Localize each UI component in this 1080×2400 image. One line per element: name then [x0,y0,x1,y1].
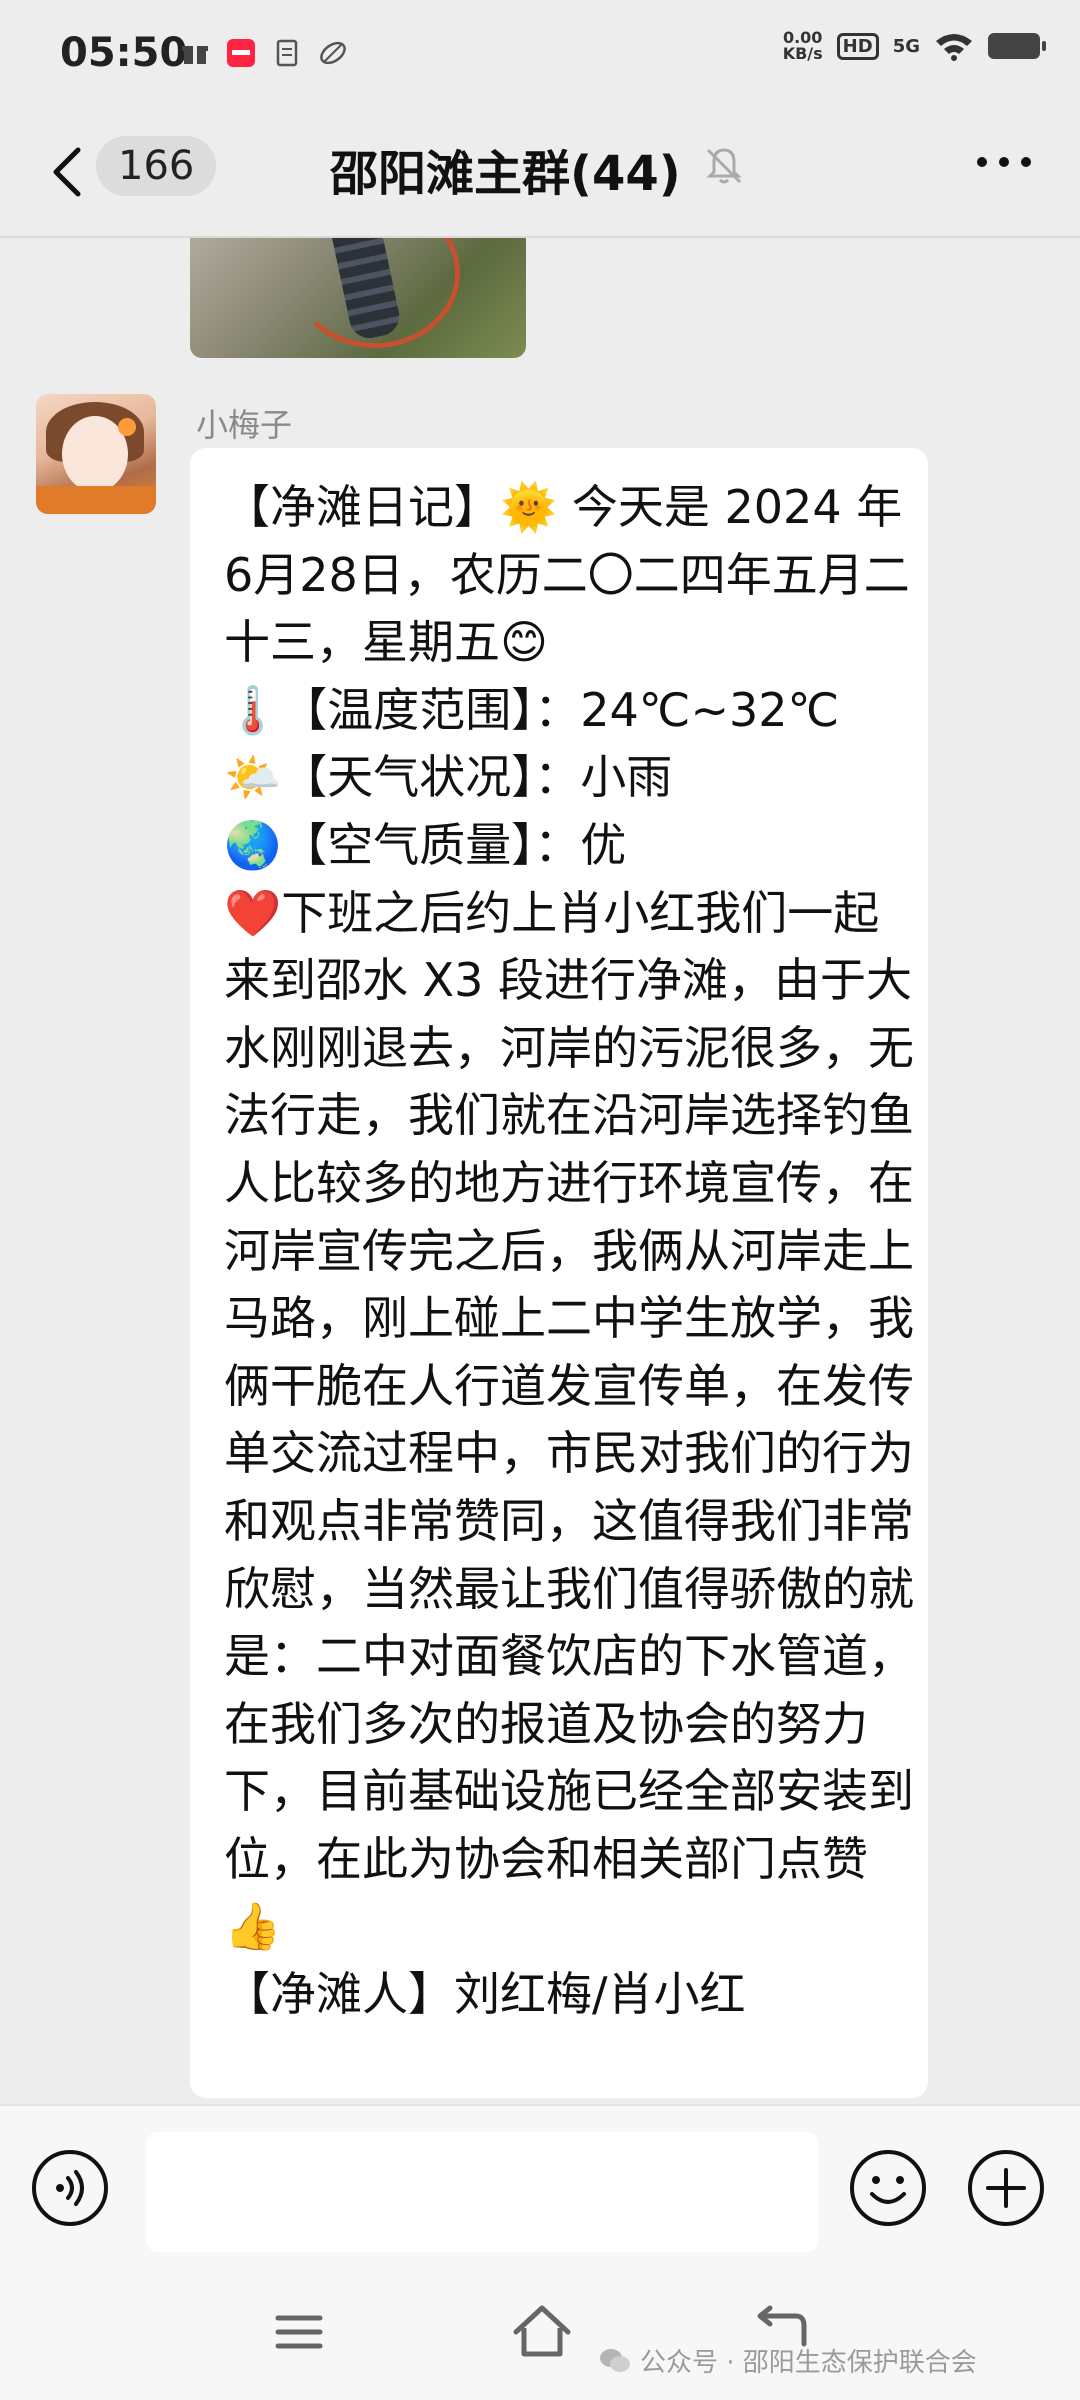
document-icon [276,39,298,67]
xiaohongshu-icon [227,39,255,67]
network-type: 5G [892,35,920,57]
net-speed: 0.00 KB/s [783,30,823,62]
home-icon[interactable] [512,2304,572,2360]
message-text: 【净滩日记】🌞 今天是 2024 年6月28日，农历二〇二四年五月二十三，星期五… [224,480,914,2022]
emoji-icon[interactable] [848,2148,928,2228]
message-input[interactable] [146,2132,818,2252]
previous-image-message[interactable] [190,238,526,358]
more-options-icon[interactable] [974,150,1034,174]
menu-icon[interactable] [274,2312,324,2352]
back-arrow-icon[interactable] [40,142,100,202]
mute-bell-icon [706,148,742,184]
leaf-icon [320,41,346,65]
avatar[interactable] [36,394,156,514]
wifi-icon [936,34,972,61]
unread-count-badge[interactable]: 166 [96,136,217,196]
battery-icon [988,33,1046,59]
plus-icon[interactable] [966,2148,1046,2228]
chat-area[interactable]: 小梅子 【净滩日记】🌞 今天是 2024 年6月28日，农历二〇二四年五月二十三… [0,238,1080,2104]
system-nav-bar: 公众号 · 邵阳生态保护联合会 [0,2264,1080,2400]
watermark-text: 公众号 · 邵阳生态保护联合会 [640,2348,977,2378]
net-speed-unit: KB/s [782,44,823,63]
status-bar: 05:50 0.00 KB/s HD 5G [0,0,1080,112]
status-time: 05:50 [60,30,188,76]
gift-icon [182,46,208,64]
status-right-icons: 0.00 KB/s HD 5G [783,30,1046,62]
voice-input-icon[interactable] [30,2148,110,2228]
message-bubble[interactable]: 【净滩日记】🌞 今天是 2024 年6月28日，农历二〇二四年五月二十三，星期五… [190,448,928,2098]
hd-badge: HD [836,32,879,60]
wechat-official-account-icon [600,2348,630,2372]
sender-name: 小梅子 [196,406,293,444]
input-bar [0,2104,1080,2266]
status-notification-icons [180,38,348,68]
watermark: 公众号 · 邵阳生态保护联合会 [598,2342,977,2379]
chat-title[interactable]: 邵阳滩主群(44) [330,134,681,204]
